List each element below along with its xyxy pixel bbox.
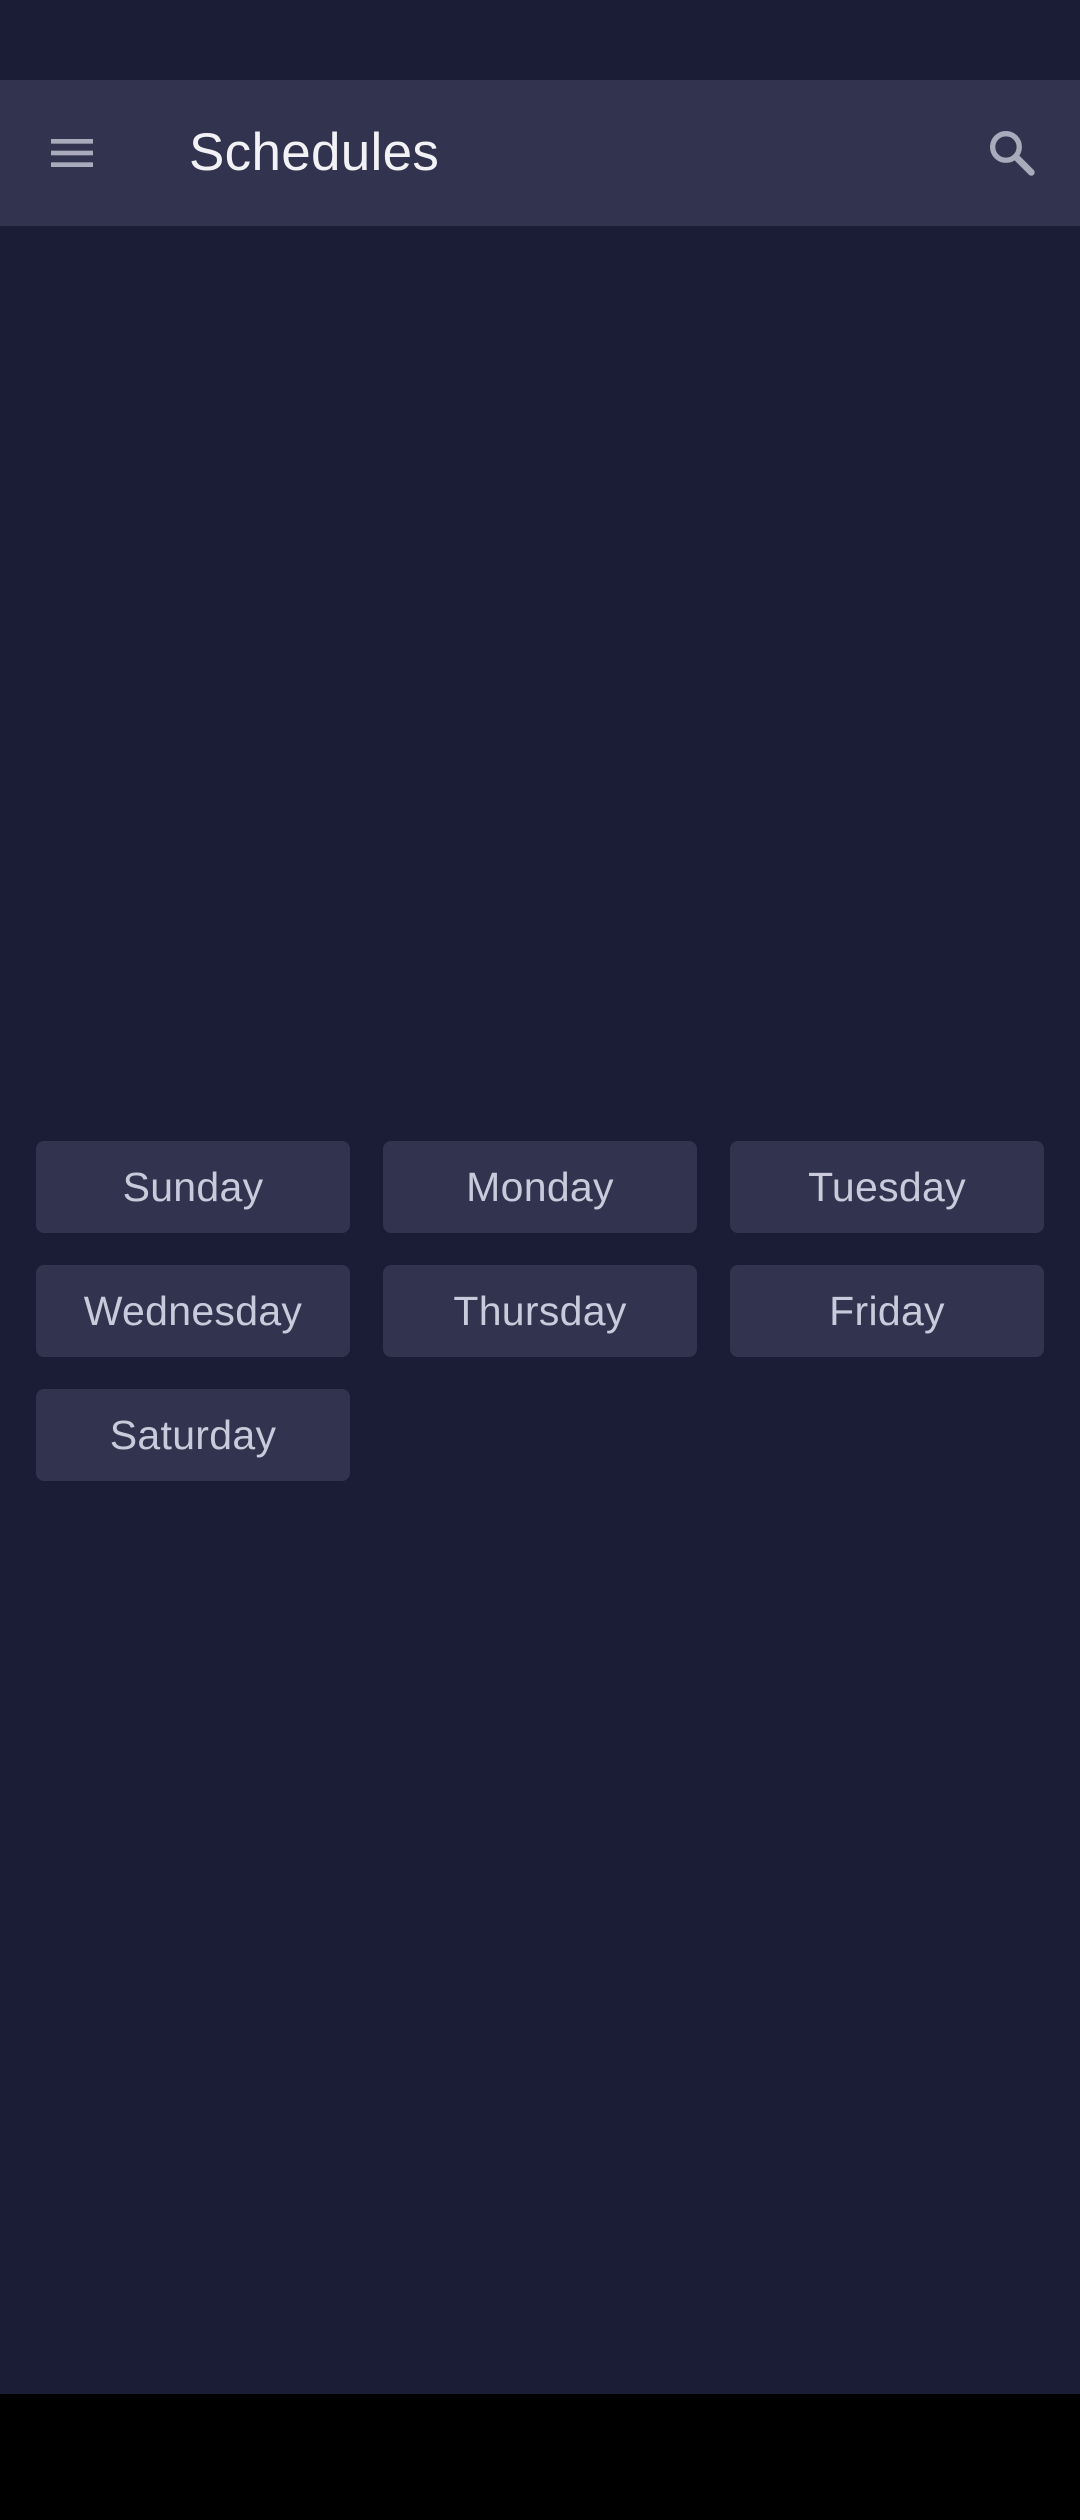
day-button-friday[interactable]: Friday: [730, 1265, 1044, 1357]
search-icon: [990, 131, 1035, 176]
day-button-monday[interactable]: Monday: [383, 1141, 697, 1233]
menu-icon: [51, 139, 93, 167]
day-button-tuesday[interactable]: Tuesday: [730, 1141, 1044, 1233]
page-title: Schedules: [189, 123, 440, 182]
app-bar: Schedules: [0, 80, 1080, 226]
menu-button[interactable]: [24, 105, 120, 201]
day-selector-grid: Sunday Monday Tuesday Wednesday Thursday…: [36, 1141, 1044, 1481]
system-navigation-bar: [0, 2394, 1080, 2520]
day-button-saturday[interactable]: Saturday: [36, 1389, 350, 1481]
app-screen: Schedules Sunday Monday Tuesday Wednesda…: [0, 0, 1080, 2520]
day-button-thursday[interactable]: Thursday: [383, 1265, 697, 1357]
search-button[interactable]: [964, 105, 1060, 201]
day-button-sunday[interactable]: Sunday: [36, 1141, 350, 1233]
status-bar: [0, 0, 1080, 80]
day-button-wednesday[interactable]: Wednesday: [36, 1265, 350, 1357]
